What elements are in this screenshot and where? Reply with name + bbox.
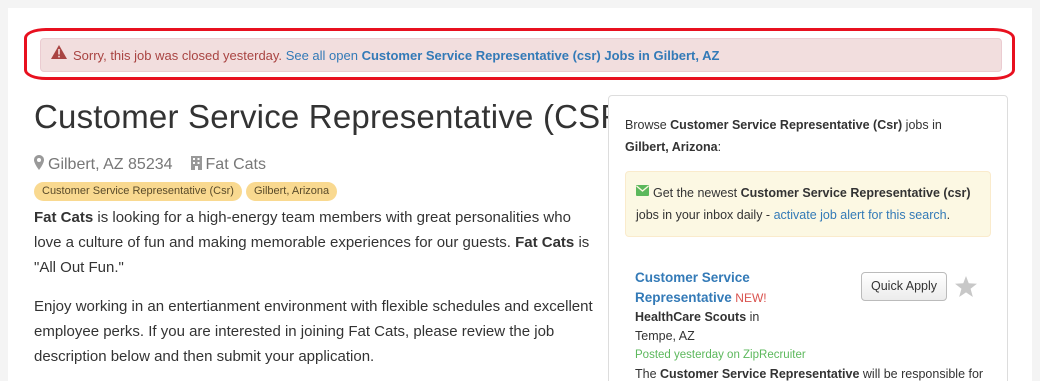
tag-job-category[interactable]: Customer Service Representative (Csr) xyxy=(34,182,242,201)
see-all-link-prefix: See all open xyxy=(285,48,358,63)
description-paragraph-2: Enjoy working in an entertianment enviro… xyxy=(34,298,593,365)
job-description: Fat Cats is looking for a high-energy te… xyxy=(34,205,594,381)
company-name: Fat Cats xyxy=(205,156,266,173)
alert-middle: jobs in your inbox daily - xyxy=(636,208,774,222)
job-alert-box: Get the newest Customer Service Represen… xyxy=(625,171,991,237)
building-icon xyxy=(190,155,202,175)
job-title-wrap: Customer Service Representative NEW! xyxy=(635,268,835,308)
similar-job-company-line: HealthCare Scouts in xyxy=(635,308,995,327)
description-text: is looking for a high-energy team member… xyxy=(34,209,571,251)
similar-job-location: Tempe, AZ xyxy=(635,329,695,343)
job-tags: Customer Service Representative (Csr) Gi… xyxy=(34,182,338,201)
envelope-icon xyxy=(636,181,649,203)
company-suffix: in xyxy=(746,310,760,324)
snippet-bold: Customer Service Representative xyxy=(660,367,860,381)
see-all-jobs-link[interactable]: See all open Customer Service Representa… xyxy=(286,48,720,63)
similar-job-posted: Posted yesterday on ZipRecruiter xyxy=(635,349,806,361)
similar-job-snippet: The Customer Service Representative will… xyxy=(635,365,995,381)
browse-jobs-text: Browse Customer Service Representative (… xyxy=(625,114,985,158)
activate-job-alert-link[interactable]: activate job alert for this search xyxy=(774,208,947,222)
quick-apply-button[interactable]: Quick Apply xyxy=(861,272,948,301)
page-title: Customer Service Representative (CSR) xyxy=(34,98,636,135)
snippet-prefix: The xyxy=(635,367,661,381)
job-meta: Gilbert, AZ 85234 Fat Cats xyxy=(34,155,266,175)
browse-prefix: Browse xyxy=(625,118,671,132)
browse-job-bold: Customer Service Representative (Csr) xyxy=(670,118,903,132)
snippet-suffix: will be responsible for xyxy=(859,367,984,381)
company-bold: Fat Cats xyxy=(515,234,575,251)
see-all-link-bold: Customer Service Representative (csr) Jo… xyxy=(361,48,720,63)
similar-job-card: Customer Service Representative NEW! Hea… xyxy=(635,268,995,381)
company-bold: Fat Cats xyxy=(34,209,94,226)
similar-job-title-link[interactable]: Customer Service Representative xyxy=(635,270,750,305)
browse-middle: jobs in xyxy=(902,118,942,132)
warning-icon xyxy=(51,38,67,72)
similar-job-company: HealthCare Scouts xyxy=(635,310,747,324)
star-icon[interactable] xyxy=(955,276,977,303)
sidebar-panel: Browse Customer Service Representative (… xyxy=(608,95,1008,381)
alert-suffix: . xyxy=(946,208,951,222)
alert-prefix: Get the newest xyxy=(653,186,741,200)
new-badge: NEW! xyxy=(735,291,767,305)
browse-location-bold: Gilbert, Arizona xyxy=(625,140,718,154)
job-location: Gilbert, AZ 85234 xyxy=(48,156,173,173)
alert-message: Sorry, this job was closed yesterday. xyxy=(73,48,283,63)
job-closed-alert: Sorry, this job was closed yesterday. Se… xyxy=(40,38,1002,72)
description-paragraph-1: Fat Cats is looking for a high-energy te… xyxy=(34,205,594,280)
map-marker-icon xyxy=(34,155,44,175)
alert-job-bold: Customer Service Representative (csr) xyxy=(740,186,971,200)
browse-suffix: : xyxy=(717,140,722,154)
tag-location[interactable]: Gilbert, Arizona xyxy=(245,182,338,201)
